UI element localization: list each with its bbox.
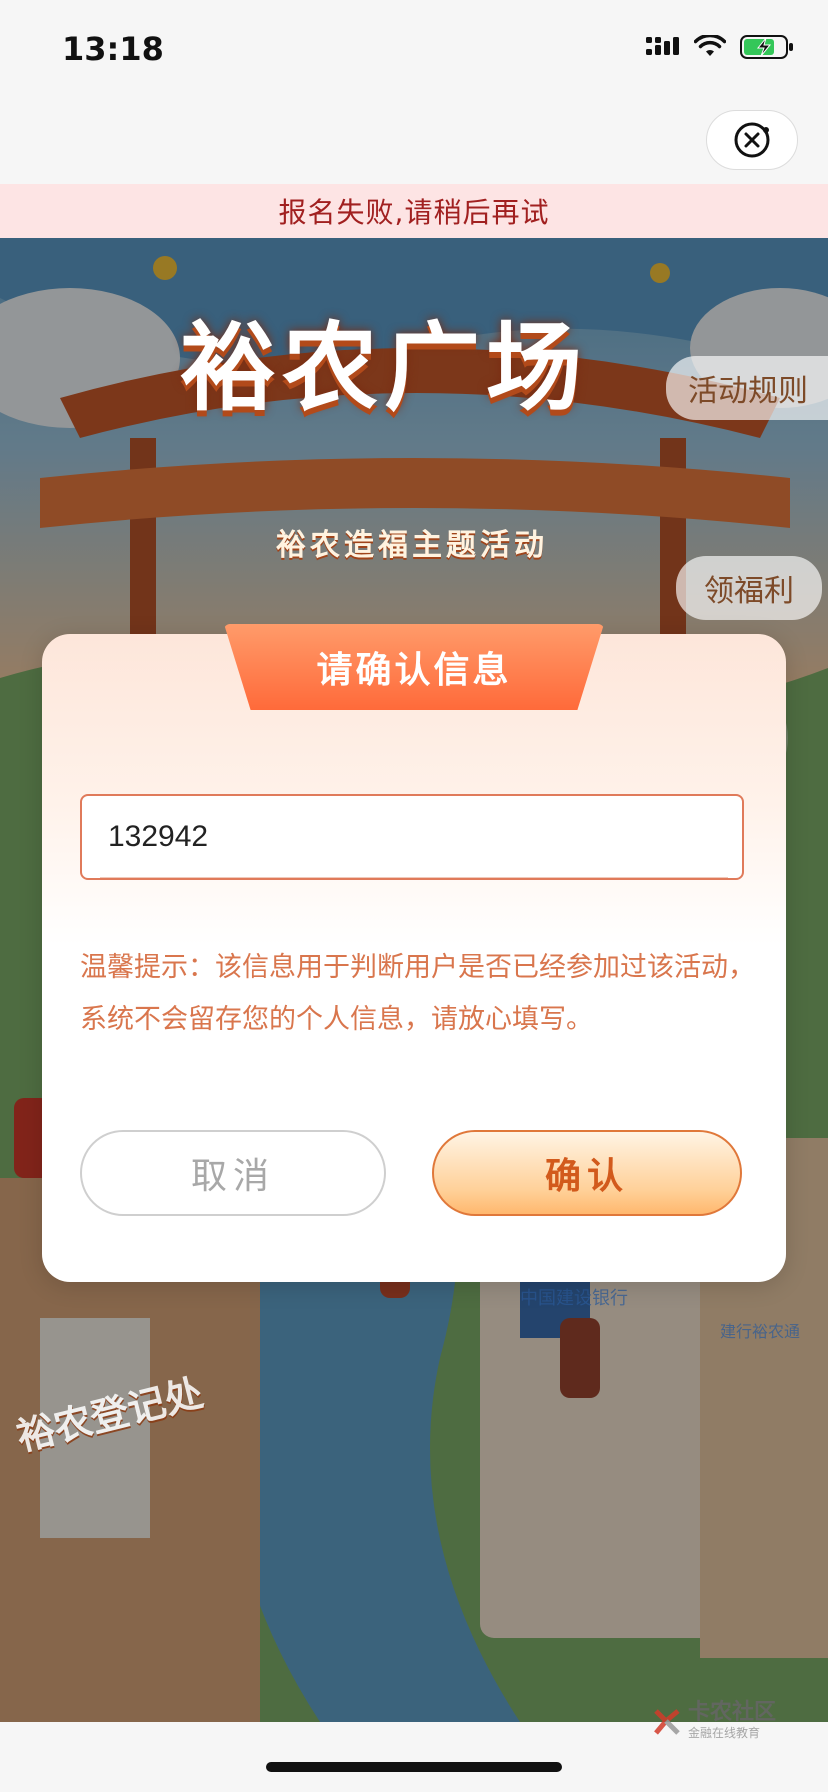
bank-sign: 中国建设银行 (520, 1288, 628, 1309)
claim-benefit-button[interactable]: 领福利 (676, 556, 822, 620)
status-time: 13:18 (62, 30, 164, 68)
modal-title: 请确认信息 (224, 624, 604, 710)
close-miniapp-button[interactable] (706, 110, 798, 170)
input-underline (100, 877, 728, 878)
kanong-logo-icon (654, 1708, 680, 1735)
watermark-brand: 卡农社区 (688, 1700, 777, 1725)
nav-bar (0, 100, 828, 185)
home-indicator[interactable] (266, 1762, 562, 1772)
error-toast: 报名失败,请稍后再试 (0, 184, 828, 238)
bank-sign-secondary: 建行裕农通 (720, 1322, 801, 1341)
wifi-icon (694, 35, 726, 56)
cellular-signal-icon (646, 37, 679, 55)
privacy-tip: 温馨提示：该信息用于判断用户是否已经参加过该活动，系统不会留存您的个人信息，请放… (80, 952, 755, 1035)
battery-charging-icon (740, 35, 793, 59)
activity-rules-button[interactable]: 活动规则 (666, 356, 828, 420)
confirm-info-modal: 请确认信息 温馨提示：该信息用于判断用户是否已经参加过该活动，系统不会留存您的个… (42, 624, 786, 1282)
cancel-button[interactable]: 取消 (80, 1130, 386, 1216)
watermark: 卡农社区 金融在线教育 (652, 1702, 776, 1741)
close-circle-icon (734, 122, 770, 158)
watermark-tagline: 金融在线教育 (688, 1726, 761, 1740)
campaign-subtitle: 裕农造福主题活动 (276, 528, 548, 563)
status-icons (646, 34, 794, 60)
info-input[interactable] (80, 794, 744, 880)
status-bar: 13:18 (0, 0, 828, 100)
confirm-button[interactable]: 确认 (432, 1130, 742, 1216)
campaign-title: 裕农广场 (180, 311, 588, 424)
